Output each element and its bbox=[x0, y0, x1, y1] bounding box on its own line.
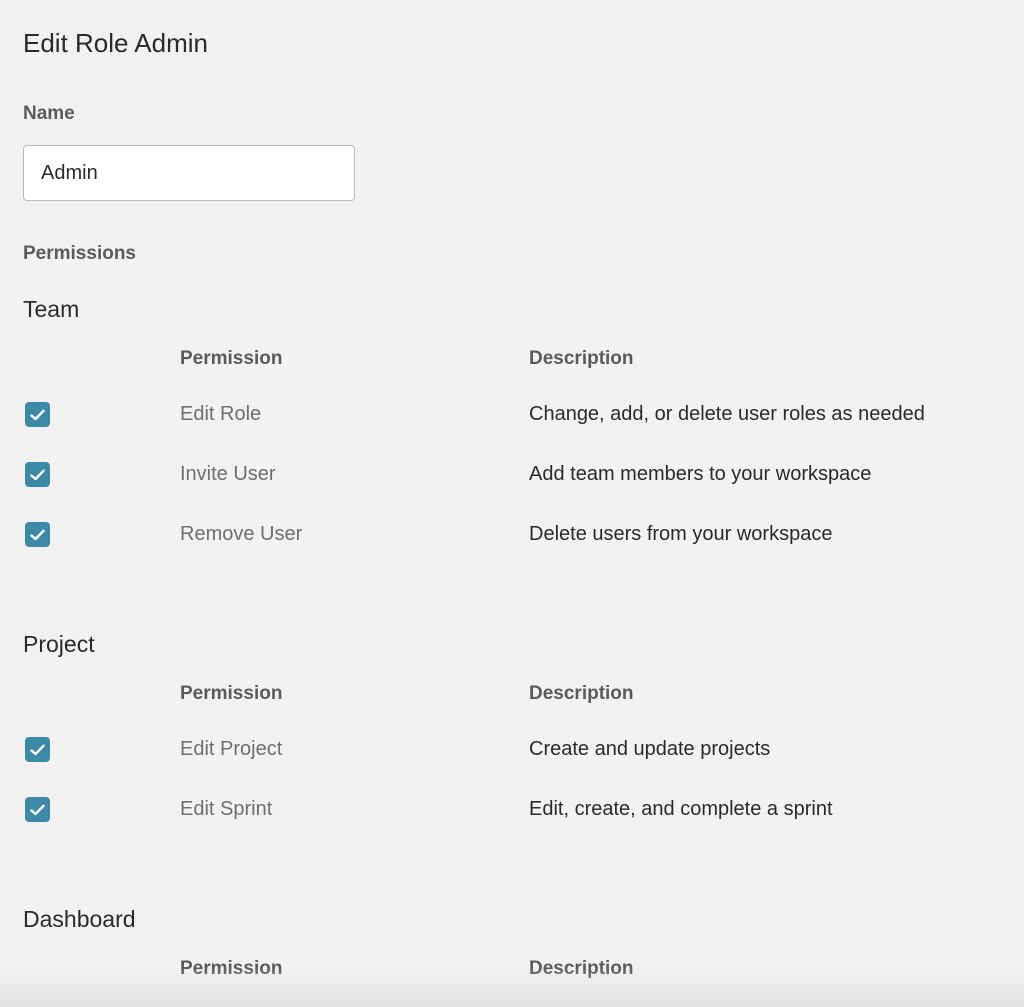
scroll-fade bbox=[0, 967, 1024, 1007]
permission-row-edit-sprint: Edit Sprint Edit, create, and complete a… bbox=[23, 795, 1003, 825]
section-title-project: Project bbox=[23, 631, 95, 657]
name-input[interactable] bbox=[23, 145, 355, 201]
checkbox-invite-user[interactable] bbox=[25, 462, 50, 487]
permission-row-edit-role: Edit Role Change, add, or delete user ro… bbox=[23, 400, 1003, 430]
permission-name: Invite User bbox=[180, 463, 276, 485]
permission-row-invite-user: Invite User Add team members to your wor… bbox=[23, 460, 1003, 490]
permission-name: Edit Role bbox=[180, 403, 262, 425]
description-column-header: Description bbox=[529, 683, 634, 704]
section-title-dashboard: Dashboard bbox=[23, 906, 136, 932]
check-icon bbox=[30, 744, 45, 755]
check-icon bbox=[30, 409, 45, 420]
permission-row-edit-project: Edit Project Create and update projects bbox=[23, 735, 1003, 765]
permission-column-header: Permission bbox=[180, 958, 283, 979]
permission-row-remove-user: Remove User Delete users from your works… bbox=[23, 520, 1003, 550]
permission-description: Change, add, or delete user roles as nee… bbox=[529, 403, 925, 425]
check-icon bbox=[30, 469, 45, 480]
permission-column-header: Permission bbox=[180, 348, 283, 369]
page-title: Edit Role Admin bbox=[23, 28, 208, 58]
check-icon bbox=[30, 804, 45, 815]
permission-description: Edit, create, and complete a sprint bbox=[529, 798, 833, 820]
permission-description: Create and update projects bbox=[529, 738, 771, 760]
permission-description: Delete users from your workspace bbox=[529, 523, 833, 545]
checkbox-edit-project[interactable] bbox=[25, 737, 50, 762]
permission-column-header: Permission bbox=[180, 683, 283, 704]
description-column-header: Description bbox=[529, 348, 634, 369]
permission-name: Remove User bbox=[180, 523, 303, 545]
section-title-team: Team bbox=[23, 296, 80, 322]
permissions-label: Permissions bbox=[23, 243, 136, 264]
permission-name: Edit Sprint bbox=[180, 798, 273, 820]
checkbox-edit-role[interactable] bbox=[25, 402, 50, 427]
permission-name: Edit Project bbox=[180, 738, 283, 760]
checkbox-remove-user[interactable] bbox=[25, 522, 50, 547]
permission-description: Add team members to your workspace bbox=[529, 463, 872, 485]
description-column-header: Description bbox=[529, 958, 634, 979]
check-icon bbox=[30, 529, 45, 540]
name-label: Name bbox=[23, 103, 75, 124]
checkbox-edit-sprint[interactable] bbox=[25, 797, 50, 822]
